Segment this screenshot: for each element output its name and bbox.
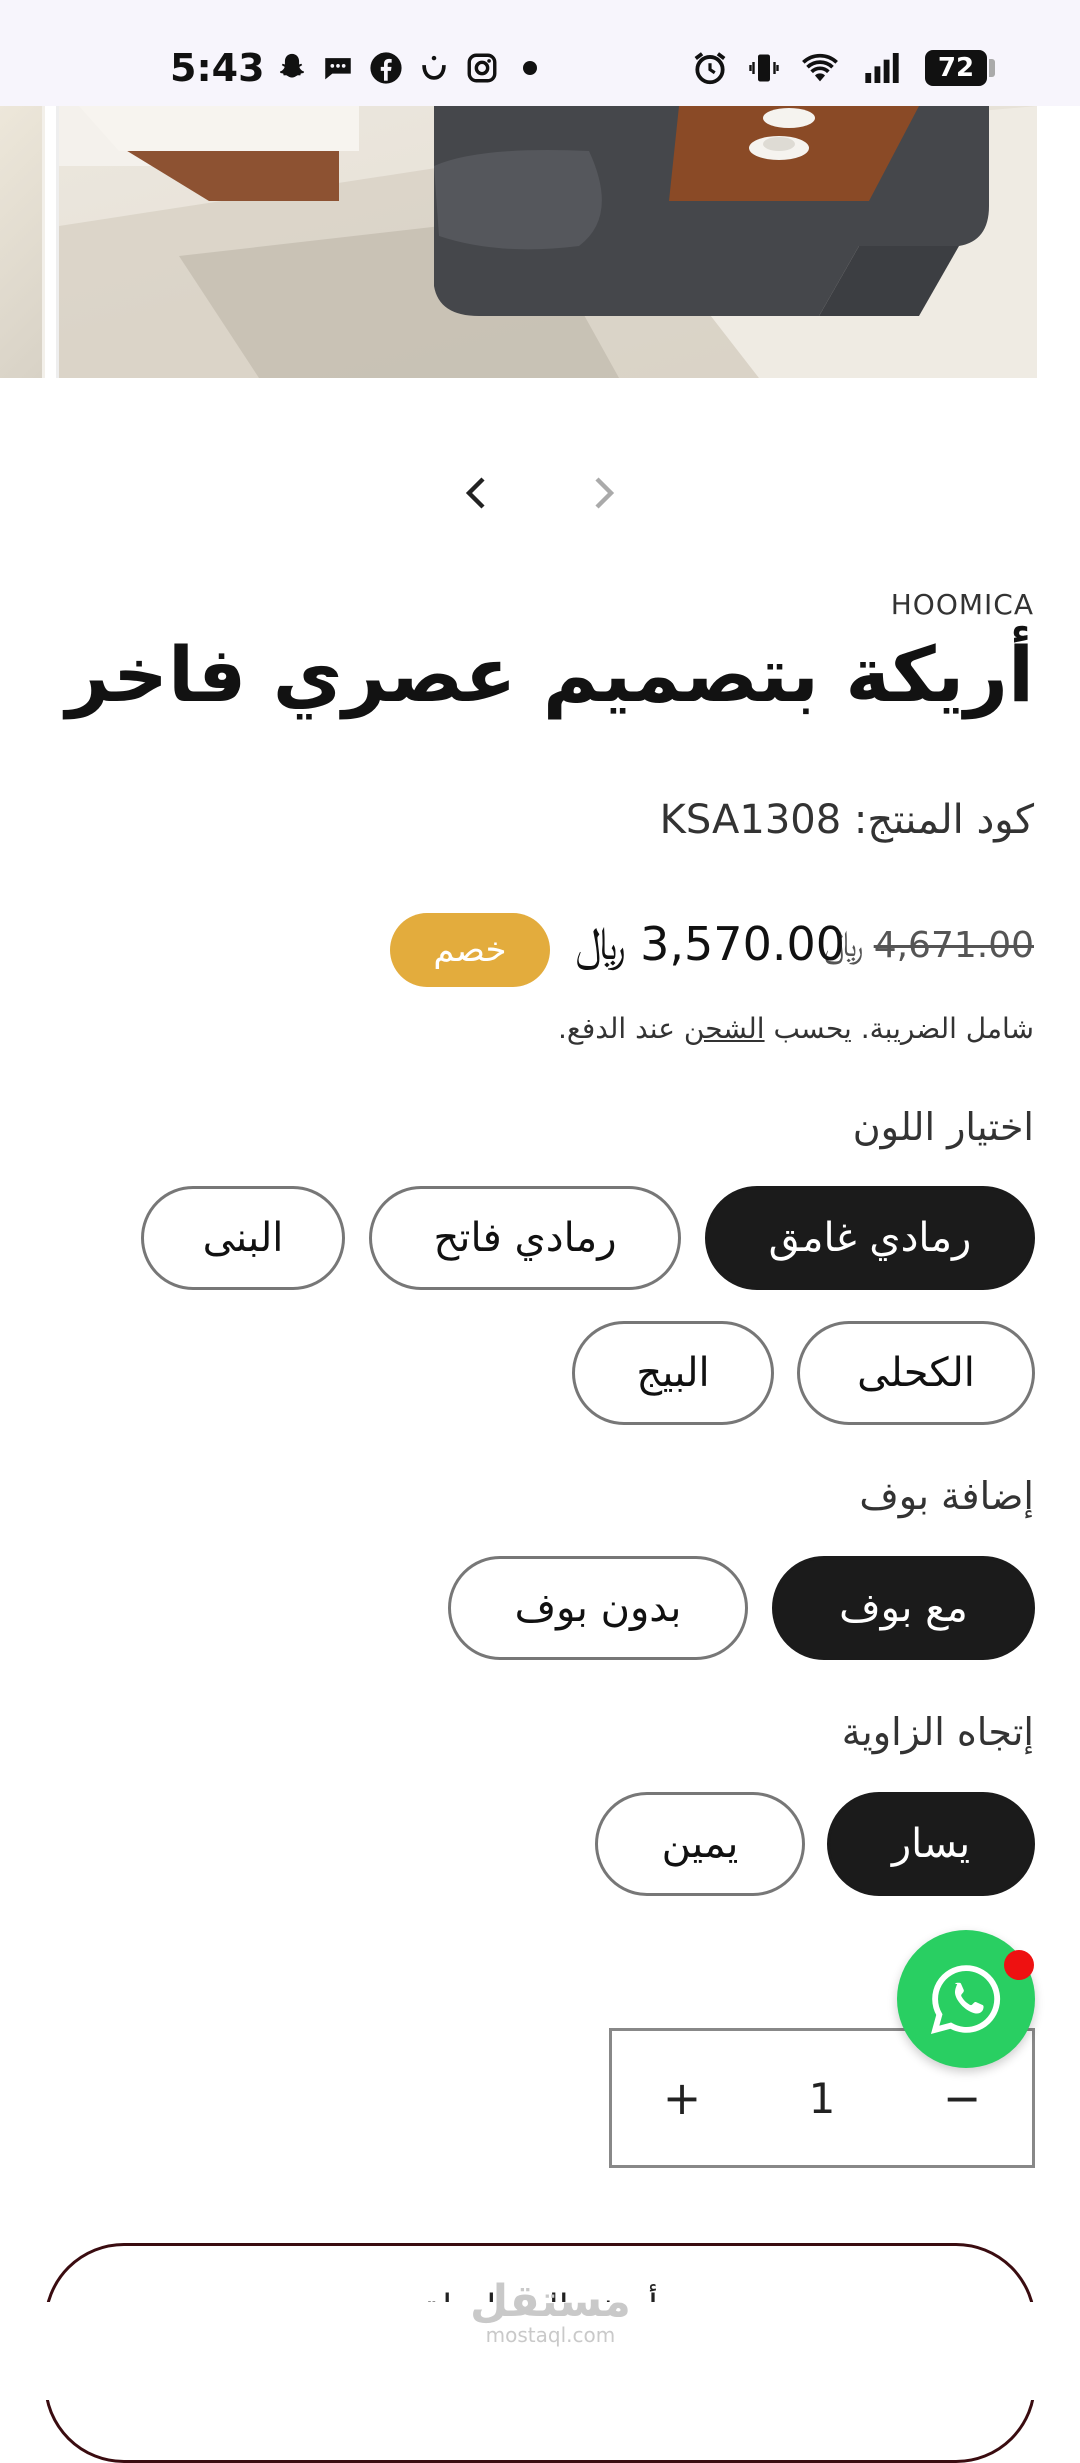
shipping-link[interactable]: الشحن (684, 1012, 765, 1045)
quantity-value[interactable]: 1 (752, 2074, 892, 2123)
facebook-icon (366, 48, 406, 88)
corner-option-label: إتجاه الزاوية (841, 1710, 1034, 1754)
pouf-option-label: إضافة بوف (859, 1474, 1034, 1518)
color-option-navy[interactable]: الكحلى (797, 1321, 1035, 1425)
pouf-option-with[interactable]: مع بوف (772, 1556, 1035, 1660)
vibrate-icon (744, 48, 784, 88)
corner-option-right[interactable]: يمين (595, 1792, 805, 1896)
alarm-icon (690, 48, 730, 88)
color-option-label: اختيار اللون (852, 1105, 1034, 1149)
notification-n-icon (414, 48, 454, 88)
color-option-light-gray[interactable]: رمادي فاتح (369, 1186, 681, 1290)
product-title: أريكة بتصميم عصري فاخر (65, 630, 1034, 719)
quantity-increase-button[interactable]: + (612, 2031, 752, 2165)
color-option-brown[interactable]: البنى (141, 1186, 345, 1290)
status-time: 5:43 (170, 46, 265, 90)
product-gallery[interactable] (0, 106, 1080, 382)
corner-option-left[interactable]: يسار (827, 1792, 1035, 1896)
currency-symbol: ﷼ (575, 916, 627, 970)
watermark-url: mostaql.com (485, 2323, 616, 2347)
sale-price-value: 3,570.00 (640, 917, 845, 971)
tax-note-suffix: عند الدفع. (558, 1012, 675, 1045)
product-code-label: كود المنتج: (853, 797, 1034, 843)
status-bar: 5:43 72 (0, 0, 1080, 106)
dot-icon (510, 48, 550, 88)
watermark-text: مستقل (470, 2276, 631, 2327)
product-code-value: KSA1308 (659, 797, 842, 843)
sale-badge: خصم (390, 913, 550, 987)
previous-product-image[interactable] (0, 106, 45, 378)
tax-note-text: شامل الضريبة. يحسب (773, 1012, 1034, 1045)
notification-dot (1004, 1950, 1034, 1980)
messages-icon (318, 48, 358, 88)
wifi-icon (800, 48, 840, 88)
color-option-beige[interactable]: البيج (572, 1321, 774, 1425)
gallery-prev-button[interactable] (452, 470, 498, 516)
product-image[interactable] (56, 106, 1037, 378)
pouf-option-without[interactable]: بدون بوف (448, 1556, 748, 1660)
old-price-value: 4,671.00 (873, 924, 1034, 966)
gallery-next-button[interactable] (582, 470, 628, 516)
whatsapp-icon (930, 1965, 1001, 2035)
signal-icon (862, 48, 902, 88)
watermark: مستقل mostaql.com (470, 2280, 631, 2347)
product-code: كود المنتج: KSA1308 (660, 797, 1034, 843)
old-price: ﷼ 4,671.00 (824, 924, 1034, 966)
instagram-icon (462, 48, 502, 88)
tax-note: شامل الضريبة. يحسب الشحن عند الدفع. (558, 1012, 1034, 1045)
sale-price: ﷼ 3,570.00 (575, 916, 845, 972)
color-option-dark-gray[interactable]: رمادي غامق (705, 1186, 1035, 1290)
product-brand: HOOMICA (890, 588, 1034, 621)
battery-icon: 72 (925, 50, 995, 86)
snapchat-icon (272, 48, 312, 88)
